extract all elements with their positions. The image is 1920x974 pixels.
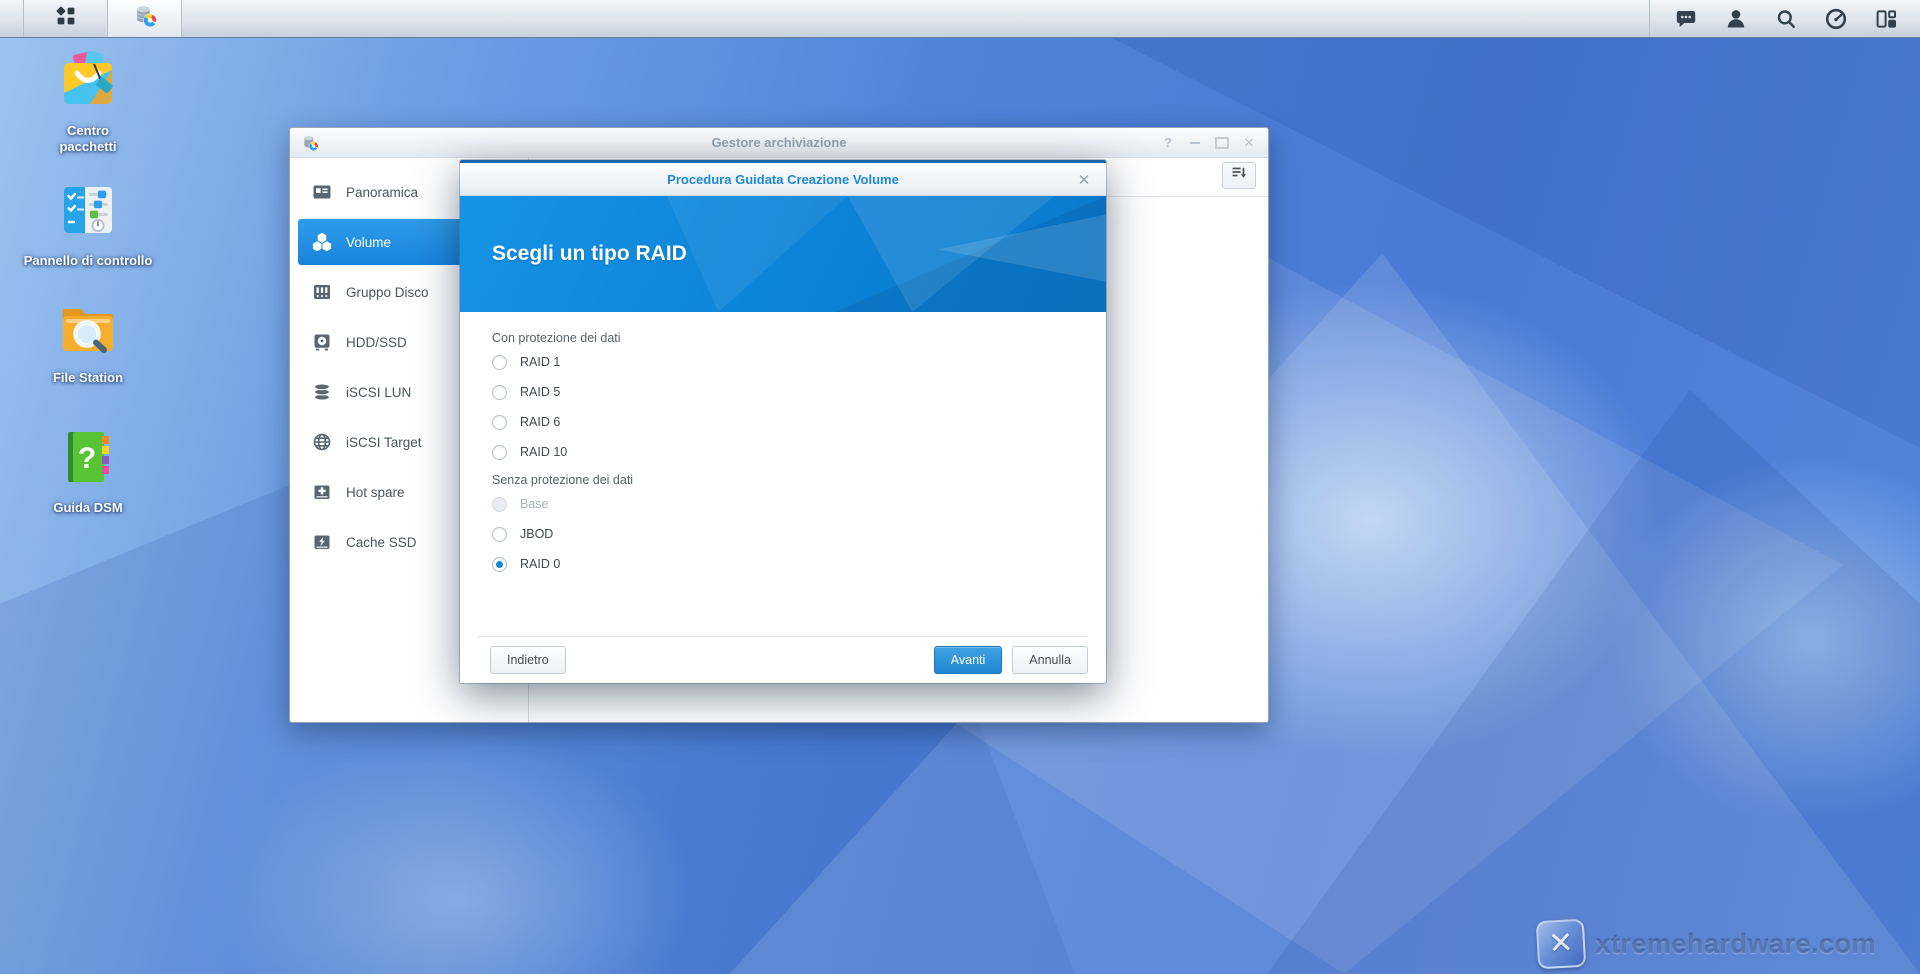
user-icon[interactable] (1724, 7, 1748, 31)
dialog-divider (478, 636, 1088, 637)
group-label-unprotected: Senza protezione dei dati (492, 471, 1074, 489)
group-label-protected: Con protezione dei dati (492, 329, 1074, 347)
cache-ssd-icon (312, 532, 332, 552)
iscsi-target-icon (312, 432, 332, 452)
maximize-button[interactable] (1213, 134, 1231, 152)
radio-button[interactable] (492, 355, 507, 370)
dialog-footer: Indietro Avanti Annulla (490, 646, 1088, 674)
radio-button[interactable] (492, 445, 507, 460)
back-button[interactable]: Indietro (490, 646, 566, 674)
radio-raid-6[interactable]: RAID 6 (492, 407, 1074, 437)
taskbar (0, 0, 1920, 38)
dialog-body: Con protezione dei dati RAID 1 RAID 5 RA… (460, 312, 1106, 579)
sidebar-item-label: Hot spare (346, 485, 405, 500)
package-center-icon (56, 48, 120, 117)
close-button[interactable]: ✕ (1240, 134, 1258, 152)
disk-group-icon (312, 282, 332, 302)
search-icon[interactable] (1774, 7, 1798, 31)
svg-text:?: ? (78, 442, 96, 475)
radio-label: RAID 1 (520, 355, 560, 369)
dialog-banner: Scegli un tipo RAID (460, 196, 1106, 312)
hdd-icon (312, 332, 332, 352)
radio-button[interactable] (492, 415, 507, 430)
dialog-titlebar[interactable]: Procedura Guidata Creazione Volume ✕ (460, 163, 1106, 196)
window-titlebar[interactable]: Gestore archiviazione ? ✕ (290, 128, 1268, 158)
main-menu-button[interactable] (24, 0, 108, 37)
radio-button[interactable] (492, 557, 507, 572)
radio-raid-5[interactable]: RAID 5 (492, 377, 1074, 407)
dsm-help-icon: ? (56, 425, 120, 494)
radio-raid-10[interactable]: RAID 10 (492, 437, 1074, 467)
watermark-text: xtremehardware.com (1595, 929, 1876, 960)
desktop-icon-label: File Station (53, 370, 123, 386)
cancel-button[interactable]: Annulla (1012, 646, 1088, 674)
storage-manager-icon (131, 2, 159, 35)
sidebar-item-label: Cache SSD (346, 535, 417, 550)
wallpaper-glow (180, 700, 740, 974)
sort-button[interactable] (1222, 162, 1256, 189)
radio-raid-1[interactable]: RAID 1 (492, 347, 1074, 377)
radio-button[interactable] (492, 385, 507, 400)
desktop-icon-guida-dsm[interactable]: ? Guida DSM (8, 425, 168, 516)
radio-jbod[interactable]: JBOD (492, 519, 1074, 549)
taskbar-left-segment (0, 0, 24, 37)
hot-spare-icon (312, 482, 332, 502)
radio-label: RAID 10 (520, 445, 567, 459)
sidebar-item-label: iSCSI Target (346, 435, 422, 450)
taskbar-tray (1649, 0, 1920, 37)
x-logo-icon: ✕ (1536, 919, 1586, 969)
window-title: Gestore archiviazione (290, 135, 1268, 150)
desktop-icon-centro-pacchetti[interactable]: Centro pacchetti (8, 48, 168, 154)
help-button[interactable]: ? (1159, 134, 1177, 152)
desktop-icon-file-station[interactable]: File Station (8, 295, 168, 386)
radio-label: RAID 0 (520, 557, 560, 571)
iscsi-lun-icon (312, 382, 332, 402)
window-controls: ? ✕ (1159, 134, 1258, 152)
next-button[interactable]: Avanti (934, 646, 1003, 674)
desktop-icon-label: Pannello di controllo (24, 253, 153, 269)
volume-icon (312, 232, 332, 252)
volume-wizard-dialog: Procedura Guidata Creazione Volume ✕ Sce… (460, 160, 1106, 683)
radio-button (492, 497, 507, 512)
dsm-desktop: Centro pacchetti (0, 0, 1920, 974)
desktop-icon-label: Guida DSM (53, 500, 122, 516)
dialog-title: Procedura Guidata Creazione Volume (667, 172, 899, 187)
watermark: ✕ xtremehardware.com (1537, 920, 1876, 968)
dialog-close-icon[interactable]: ✕ (1074, 170, 1094, 190)
notifications-icon[interactable] (1674, 7, 1698, 31)
sidebar-item-label: Gruppo Disco (346, 285, 429, 300)
dialog-heading: Scegli un tipo RAID (492, 242, 687, 266)
resource-monitor-icon[interactable] (1824, 7, 1848, 31)
overview-icon (312, 182, 332, 202)
radio-button[interactable] (492, 527, 507, 542)
radio-label: Base (520, 497, 549, 511)
desktop-icon-grid: Centro pacchetti (8, 48, 168, 516)
sidebar-item-label: Volume (346, 235, 391, 250)
radio-raid-0[interactable]: RAID 0 (492, 549, 1074, 579)
minimize-button[interactable] (1186, 134, 1204, 152)
sidebar-item-label: HDD/SSD (346, 335, 407, 350)
sidebar-item-label: iSCSI LUN (346, 385, 411, 400)
radio-label: JBOD (520, 527, 553, 541)
sort-descending-icon (1230, 165, 1248, 186)
desktop-icon-label: Centro pacchetti (45, 123, 131, 154)
sidebar-item-label: Panoramica (346, 185, 418, 200)
radio-label: RAID 6 (520, 415, 560, 429)
pilot-view-icon[interactable] (1874, 7, 1898, 31)
main-menu-icon (54, 4, 78, 33)
taskbar-storage-manager-button[interactable] (108, 0, 182, 37)
control-panel-icon (56, 178, 120, 247)
radio-base: Base (492, 489, 1074, 519)
desktop-icon-pannello-di-controllo[interactable]: Pannello di controllo (8, 178, 168, 269)
radio-label: RAID 5 (520, 385, 560, 399)
file-station-icon (56, 295, 120, 364)
storage-manager-icon (300, 133, 320, 153)
